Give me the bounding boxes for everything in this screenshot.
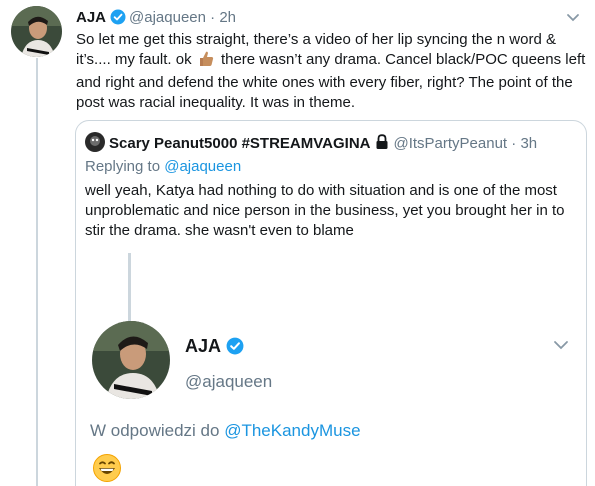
separator-dot: ·: [511, 135, 517, 152]
embedded-reply-label: W odpowiedzi do: [90, 421, 220, 440]
embedded-author-name-text: AJA: [185, 336, 222, 356]
avatar[interactable]: [11, 6, 62, 57]
timestamp[interactable]: 2h: [219, 9, 236, 26]
quoted-avatar[interactable]: [85, 132, 105, 152]
embedded-author-handle: @ajaqueen: [185, 372, 273, 391]
grinning-emoji: [92, 453, 122, 486]
quoted-tweet-text: well yeah, Katya had nothing to do with …: [85, 182, 565, 239]
embedded-thread-line: [128, 253, 131, 323]
chevron-down-icon[interactable]: [566, 10, 580, 28]
quoted-author-handle[interactable]: @ItsPartyPeanut: [393, 135, 507, 152]
replying-to-mention[interactable]: @ajaqueen: [164, 158, 241, 175]
separator-dot: ·: [210, 9, 216, 26]
quoted-timestamp[interactable]: 3h: [520, 135, 537, 152]
tweet-header: AJA @ajaqueen · 2h: [76, 9, 236, 30]
embedded-author-name: AJA: [185, 335, 247, 360]
replying-to: Replying to @ajaqueen: [85, 158, 241, 176]
embedded-reply-line: W odpowiedzi do @TheKandyMuse: [90, 420, 361, 442]
verified-badge-icon: [226, 337, 244, 360]
lock-icon: [375, 134, 389, 155]
replying-to-label: Replying to: [85, 158, 161, 175]
quoted-author-name[interactable]: Scary Peanut5000 #STREAMVAGINA: [109, 135, 370, 152]
thumbs-up-emoji: [198, 50, 215, 73]
embedded-reply-mention: @TheKandyMuse: [224, 421, 361, 440]
verified-badge-icon: [110, 9, 126, 30]
author-handle[interactable]: @ajaqueen: [129, 9, 206, 26]
chevron-down-icon: [553, 338, 569, 356]
thread-line: [36, 58, 38, 486]
embedded-avatar: [92, 321, 170, 399]
quoted-tweet-header: Scary Peanut5000 #STREAMVAGINA @ItsPartyP…: [85, 132, 537, 155]
quoted-tweet-card[interactable]: Scary Peanut5000 #STREAMVAGINA @ItsPartyP…: [75, 120, 587, 486]
author-name[interactable]: AJA: [76, 9, 106, 26]
tweet-text: So let me get this straight, there’s a v…: [76, 30, 586, 113]
